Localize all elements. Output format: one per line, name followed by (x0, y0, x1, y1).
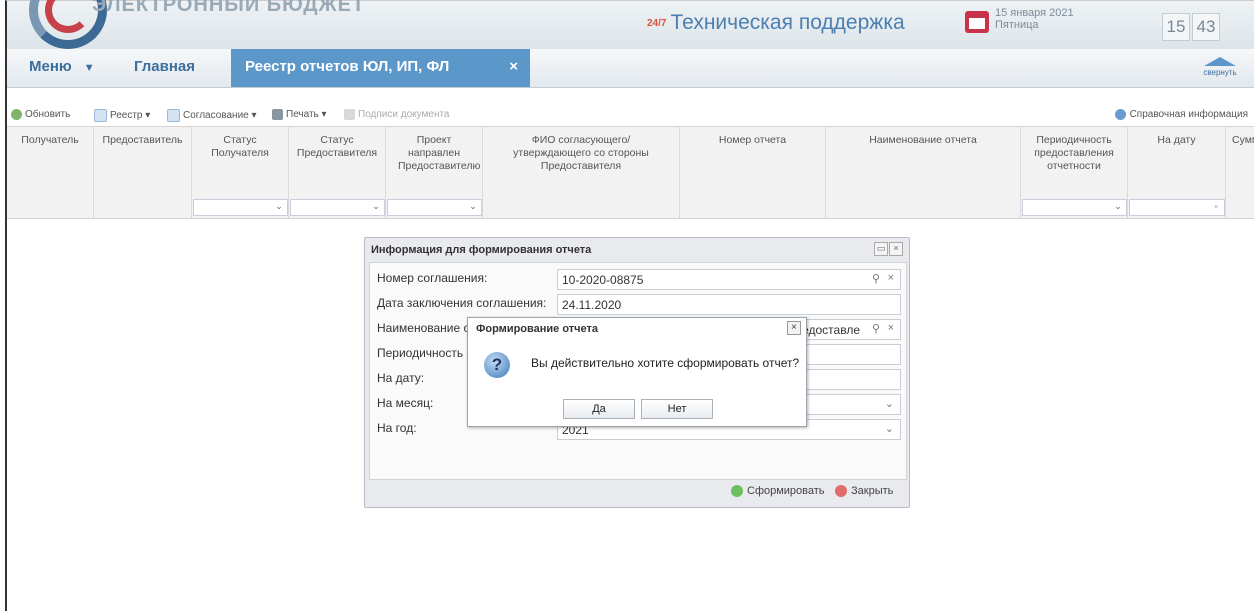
registry-label: Реестр ▾ (110, 110, 151, 121)
help-label: Справочная информация (1129, 109, 1248, 120)
support-24-7-icon: 24/7 (647, 17, 667, 29)
col-recipient[interactable]: Получатель (7, 127, 94, 218)
search-icon[interactable]: ⚲ (872, 272, 880, 285)
dialog-message: Вы действительно хотите сформировать отч… (531, 356, 800, 370)
on-month-label: На месяц: (377, 396, 434, 410)
approval-menu[interactable]: Согласование ▾ (167, 109, 257, 122)
approval-icon (167, 109, 180, 122)
date-text: 15 января 2021 (995, 7, 1074, 19)
filter-project-sent[interactable]: ⌄ (387, 199, 482, 216)
close-button[interactable]: Закрыть (835, 485, 893, 497)
collapse-label: свернуть (1203, 68, 1237, 77)
support-label: Техническая поддержка (670, 11, 905, 34)
app-header: ЭЛЕКТРОННЫЙ БЮДЖЕТ 24/7 Техническая подд… (7, 0, 1254, 50)
on-year-label: На год: (377, 421, 417, 435)
close-label: Закрыть (851, 485, 894, 497)
chevron-down-icon: ⌄ (884, 398, 894, 410)
main-nav: Меню ▼ Главная Реестр отчетов ЮЛ, ИП, ФЛ … (7, 49, 1254, 88)
dialog-close-icon[interactable]: × (787, 321, 801, 335)
chevron-down-icon: ⌄ (884, 423, 894, 435)
filter-on-date[interactable]: ▫ (1129, 199, 1225, 216)
printer-icon (272, 109, 283, 120)
col-sum[interactable]: Сумм (1226, 127, 1254, 218)
col-approver-name[interactable]: ФИО согласующего/утверждающего со сторон… (483, 127, 680, 218)
chevron-down-icon: ⌄ (469, 201, 477, 211)
filter-recipient-status[interactable]: ⌄ (193, 199, 288, 216)
clear-icon[interactable]: × (888, 322, 894, 334)
chevron-down-icon: ⌄ (372, 201, 380, 211)
grid-header: Получатель Предоставитель Статус Получат… (7, 126, 1254, 219)
collapse-up-icon (1204, 57, 1236, 66)
col-report-number[interactable]: Номер отчета (680, 127, 826, 218)
check-icon (731, 485, 743, 497)
generate-label: Сформировать (747, 485, 825, 497)
agreement-date-value: 24.11.2020 (562, 298, 622, 312)
filter-provider-status[interactable]: ⌄ (290, 199, 385, 216)
menu-button[interactable]: Меню ▼ (29, 58, 95, 75)
print-menu[interactable]: Печать ▾ (272, 109, 327, 120)
signature-icon (344, 109, 355, 120)
app-window: ЭЛЕКТРОННЫЙ БЮДЖЕТ 24/7 Техническая подд… (5, 0, 1254, 611)
refresh-icon (11, 109, 22, 120)
report-name-value: едоставле (802, 323, 860, 337)
collapse-button[interactable]: свернуть (1195, 57, 1245, 77)
agreement-date-field: 24.11.2020 (557, 294, 901, 315)
home-link[interactable]: Главная (134, 58, 195, 75)
confirm-dialog: Формирование отчета × ? Вы действительно… (467, 317, 807, 427)
generate-button[interactable]: Сформировать (731, 485, 825, 497)
question-icon: ? (484, 352, 510, 378)
weekday-text: Пятница (995, 19, 1039, 31)
tab-report-registry[interactable]: Реестр отчетов ЮЛ, ИП, ФЛ × (231, 49, 530, 87)
window-title: Информация для формирования отчета (371, 244, 592, 256)
calendar-icon (965, 11, 989, 33)
col-provider[interactable]: Предоставитель (94, 127, 192, 218)
refresh-button[interactable]: Обновить (11, 109, 70, 120)
agreement-number-field[interactable]: 10-2020-08875 ⚲ × (557, 269, 901, 290)
no-button[interactable]: Нет (641, 399, 713, 419)
print-label: Печать ▾ (286, 109, 327, 120)
yes-button[interactable]: Да (563, 399, 635, 419)
clock-minutes: 43 (1192, 13, 1220, 41)
menu-label: Меню (29, 58, 72, 75)
chevron-down-icon: ⌄ (1114, 201, 1122, 211)
registry-icon (94, 109, 107, 122)
dialog-title: Формирование отчета (476, 323, 599, 335)
maximize-icon[interactable]: ▭ (874, 242, 888, 256)
col-report-name[interactable]: Наименование отчета (826, 127, 1021, 218)
report-name-label: Наименование от (377, 321, 476, 335)
window-footer: Сформировать Закрыть (369, 481, 905, 503)
current-date: 15 января 2021 Пятница (995, 7, 1074, 31)
info-icon (1114, 109, 1126, 120)
signatures-button[interactable]: Подписи документа (344, 109, 450, 120)
search-icon[interactable]: ⚲ (872, 322, 880, 335)
clock: 15 43 (1162, 13, 1220, 41)
signatures-label: Подписи документа (358, 109, 450, 120)
periodicity-label: Периодичность о (377, 346, 474, 360)
clock-hours: 15 (1162, 13, 1190, 41)
agreement-number-value: 10-2020-08875 (562, 273, 644, 287)
support-link[interactable]: 24/7 Техническая поддержка (647, 11, 905, 35)
toolbar: Обновить Реестр ▾ Согласование ▾ Печать … (7, 106, 1254, 126)
help-link[interactable]: Справочная информация (1114, 109, 1248, 120)
tab-label: Реестр отчетов ЮЛ, ИП, ФЛ (245, 58, 450, 75)
clear-icon[interactable]: × (888, 272, 894, 284)
logo-text: ЭЛЕКТРОННЫЙ БЮДЖЕТ (92, 0, 366, 16)
agreement-date-label: Дата заключения соглашения: (377, 296, 547, 310)
close-circle-icon (835, 485, 847, 497)
approval-label: Согласование ▾ (183, 110, 257, 121)
filter-periodicity[interactable]: ⌄ (1022, 199, 1127, 216)
window-controls: ▭ × (874, 242, 903, 256)
on-date-label: На дату: (377, 371, 425, 385)
refresh-label: Обновить (25, 109, 71, 120)
calendar-picker-icon: ▫ (1214, 201, 1218, 211)
close-icon[interactable]: × (889, 242, 903, 256)
chevron-down-icon: ▼ (83, 62, 95, 74)
chevron-down-icon: ⌄ (275, 201, 283, 211)
agreement-number-label: Номер соглашения: (377, 271, 488, 285)
registry-menu[interactable]: Реестр ▾ (94, 109, 150, 122)
close-tab-icon[interactable]: × (509, 58, 518, 75)
